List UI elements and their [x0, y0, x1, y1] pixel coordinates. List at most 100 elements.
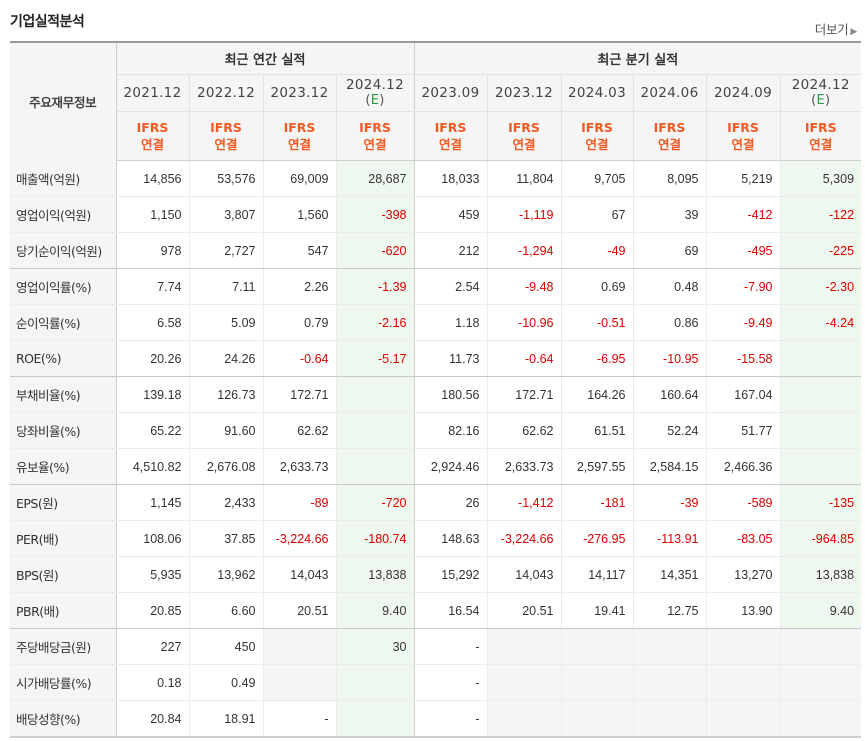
more-label: 더보기 — [814, 22, 849, 37]
data-cell: 167.04 — [705, 376, 780, 413]
data-cell: - — [413, 700, 487, 738]
standard-ifrs: IFRS — [283, 120, 316, 135]
period-header: 2022.12 — [188, 74, 263, 112]
row-label: 시가배당률(%) — [10, 664, 117, 701]
table-row: 주당배당금(원) 227 450 30- — [10, 628, 862, 665]
data-cell: 212 — [413, 232, 487, 269]
row-label: BPS(원) — [10, 556, 117, 593]
data-cell: 108.06 — [115, 520, 189, 557]
standard-ifrs: IFRS — [210, 120, 242, 135]
row-label: 당좌비율(%) — [10, 412, 117, 449]
data-cell: 0.79 — [262, 304, 336, 341]
data-cell: 1,145 — [115, 484, 189, 521]
data-cell: 6.60 — [188, 592, 263, 629]
table-row: 매출액(억원) 14,856 53,576 69,009 28,687 18,033 11,… — [10, 160, 862, 197]
data-cell: 13,270 — [705, 556, 780, 593]
data-cell — [779, 700, 862, 738]
table-row: 순이익률(%) 6.58 5.09 0.79 -2.16 1.18 -10.96 -0.51 0… — [10, 304, 862, 341]
data-cell — [779, 340, 862, 377]
period-header: 2024.03 — [560, 74, 633, 112]
data-cell: -49 — [560, 232, 633, 269]
data-cell: -15.58 — [705, 340, 780, 377]
accounting-standard: IFRS 연결 — [705, 111, 780, 161]
data-cell — [486, 700, 561, 738]
data-cell: 2,433 — [188, 484, 263, 521]
more-link[interactable]: 더보기 ▶ — [814, 19, 858, 38]
data-cell: 5,935 — [115, 556, 189, 593]
data-cell: 14,351 — [632, 556, 706, 593]
data-cell: -589 — [705, 484, 780, 521]
accounting-standard: IFRS 연결 — [413, 111, 487, 161]
data-cell: 13,962 — [188, 556, 263, 593]
data-cell: 51.77 — [705, 412, 780, 449]
data-cell: -180.74 — [335, 520, 414, 557]
data-cell: 459 — [413, 196, 487, 233]
data-cell: 37.85 — [188, 520, 263, 557]
period-date: 2023.12 — [495, 85, 553, 101]
data-cell: 11.73 — [413, 340, 487, 377]
data-cell: 164.26 — [560, 376, 633, 413]
period-header: 2021.12 — [115, 74, 189, 112]
data-cell: -10.96 — [486, 304, 561, 341]
standard-consolidated: 연결 — [657, 137, 681, 152]
row-label: PBR(배) — [10, 592, 117, 629]
data-cell: -276.95 — [560, 520, 633, 557]
data-cell: 20.85 — [115, 592, 189, 629]
data-cell: 52.24 — [632, 412, 706, 449]
standard-consolidated: 연결 — [512, 137, 536, 152]
data-cell: -2.16 — [335, 304, 414, 341]
standard-consolidated: 연결 — [287, 137, 311, 152]
data-cell: 7.11 — [188, 268, 263, 305]
data-cell: -225 — [779, 232, 862, 269]
data-cell: 12.75 — [632, 592, 706, 629]
standard-ifrs: IFRS — [434, 120, 467, 135]
data-cell: 6.58 — [115, 304, 189, 341]
period-date: 2024.09 — [714, 85, 772, 101]
table-row: ROE(%) 20.26 24.26 -0.64 -5.17 11.73 -0.64 -6.9… — [10, 340, 862, 377]
accounting-standard: IFRS 연결 — [560, 111, 633, 161]
data-cell — [779, 376, 862, 413]
data-cell — [779, 628, 862, 665]
row-label: 유보율(%) — [10, 448, 117, 485]
data-cell: -4.24 — [779, 304, 862, 341]
data-cell: 65.22 — [115, 412, 189, 449]
data-cell: 28,687 — [335, 160, 414, 197]
data-cell: 172.71 — [262, 376, 336, 413]
data-cell: 2.54 — [413, 268, 487, 305]
data-cell: -83.05 — [705, 520, 780, 557]
data-cell — [335, 664, 414, 701]
standard-ifrs: IFRS — [804, 120, 837, 135]
data-cell: 82.16 — [413, 412, 487, 449]
accounting-standard: IFRS 연결 — [115, 111, 189, 161]
data-cell: 18,033 — [413, 160, 487, 197]
data-cell: -398 — [335, 196, 414, 233]
data-cell — [705, 664, 780, 701]
data-cell — [705, 700, 780, 738]
standard-consolidated: 연결 — [585, 137, 609, 152]
data-cell: 61.51 — [560, 412, 633, 449]
period-header: 2024.12 (E) — [779, 74, 862, 112]
data-cell: 978 — [115, 232, 189, 269]
row-label: PER(배) — [10, 520, 117, 557]
data-cell — [335, 448, 414, 485]
data-cell: 148.63 — [413, 520, 487, 557]
accounting-standard: IFRS 연결 — [486, 111, 561, 161]
data-cell: -2.30 — [779, 268, 862, 305]
data-cell: -1.39 — [335, 268, 414, 305]
data-cell: 9,705 — [560, 160, 633, 197]
standard-ifrs: IFRS — [581, 120, 613, 135]
data-cell: 26 — [413, 484, 487, 521]
data-cell: 15,292 — [413, 556, 487, 593]
data-cell: 180.56 — [413, 376, 487, 413]
period-date: 2024.12 — [346, 77, 404, 93]
data-cell: -89 — [262, 484, 336, 521]
estimate-marker: (E) — [365, 93, 385, 108]
data-cell: -1,294 — [486, 232, 561, 269]
row-label: 영업이익률(%) — [10, 268, 117, 305]
data-cell: -620 — [335, 232, 414, 269]
row-label: EPS(원) — [10, 484, 117, 521]
table-row: 당기순이익(억원) 978 2,727 547 -620 212 -1,294 -49 69 -4… — [10, 232, 862, 269]
data-cell: 18.91 — [188, 700, 263, 738]
data-cell: 13.90 — [705, 592, 780, 629]
row-label: 배당성향(%) — [10, 700, 117, 738]
